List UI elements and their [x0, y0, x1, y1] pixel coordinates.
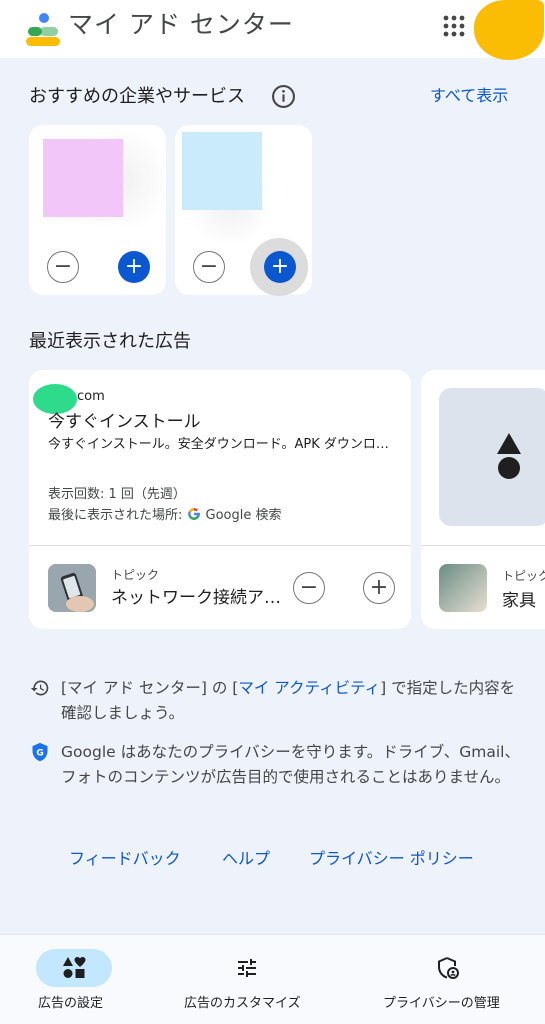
topic-name: ネットワーク接続ア…: [111, 588, 281, 608]
last-seen-place: Google 検索: [205, 508, 282, 523]
minus-icon: −: [299, 575, 319, 600]
nav-privacy-management[interactable]: プライバシーの管理: [370, 935, 545, 1024]
privacy-info: G Google はあなたのプライバシーを守ります。ドライブ、Gmail、フォト…: [30, 740, 520, 816]
ad-description: 今すぐインストール。安全ダウンロード。APK ダウンロード: [48, 437, 398, 452]
add-button[interactable]: +: [118, 251, 150, 283]
my-ad-center-logo-icon: [26, 13, 60, 46]
phone-hand-image: [48, 564, 96, 612]
ad-headline: 今すぐインストール: [48, 412, 201, 432]
recommended-card[interactable]: − +: [29, 125, 169, 295]
account-avatar[interactable]: [474, 0, 544, 60]
nav-label: プライバシーの管理: [383, 996, 500, 1011]
minus-icon: −: [199, 254, 219, 279]
divider: [421, 545, 545, 546]
activity-text: [マイ アド センター] の [マイ アクティビティ] で指定した内容を確認しま…: [61, 676, 521, 725]
google-shield-icon: G: [32, 742, 48, 762]
bottom-navigation: 広告の設定 広告のカスタマイズ プライバシーの管理: [0, 934, 545, 1024]
activity-text-pre: [マイ アド センター] の [: [61, 679, 239, 697]
my-activity-link[interactable]: マイ アクティビティ: [238, 679, 380, 697]
see-all-link[interactable]: すべて表示: [430, 85, 508, 107]
remove-button[interactable]: −: [193, 251, 225, 283]
tune-icon: [238, 959, 256, 977]
nav-ad-settings[interactable]: 広告の設定: [0, 935, 148, 1024]
plus-icon: +: [369, 575, 389, 600]
svg-text:G: G: [36, 747, 44, 758]
topic-name: 家具: [502, 591, 536, 611]
ad-card[interactable]: トピック 家具: [421, 370, 545, 629]
app-bar: マイ アド センター: [0, 0, 545, 60]
help-link[interactable]: ヘルプ: [222, 848, 270, 870]
apps-grid-icon[interactable]: [443, 15, 465, 37]
topic-add-button[interactable]: +: [363, 572, 395, 604]
info-icon[interactable]: [271, 84, 296, 109]
nav-label: 広告のカスタマイズ: [184, 996, 301, 1011]
nav-ad-customization[interactable]: 広告のカスタマイズ: [170, 935, 330, 1024]
ad-settings-icon: [63, 956, 86, 978]
advertiser-image: [43, 139, 123, 217]
topic-label: トピック: [111, 568, 160, 582]
google-g-icon: [187, 508, 200, 520]
topic-thumbnail: [48, 564, 96, 612]
privacy-text: Google はあなたのプライバシーを守ります。ドライブ、Gmail、フォトのコ…: [61, 743, 520, 786]
divider: [29, 545, 411, 546]
activity-info: [マイ アド センター] の [マイ アクティビティ] で指定した内容を確認しま…: [30, 676, 520, 728]
ad-last-seen: 最後に表示された場所: Google 検索: [48, 507, 282, 525]
app-title: マイ アド センター: [68, 10, 294, 39]
history-icon: [30, 680, 49, 696]
nav-label: 広告の設定: [38, 996, 104, 1011]
remove-button[interactable]: −: [47, 251, 79, 283]
recommended-section-title: おすすめの企業やサービス: [29, 86, 245, 107]
advertiser-image: [182, 132, 262, 210]
ad-domain: com: [77, 389, 105, 404]
shapes-graphic-icon: [497, 433, 521, 479]
feedback-link[interactable]: フィードバック: [69, 848, 181, 870]
plus-icon: +: [124, 254, 144, 279]
recent-ads-section-title: 最近表示された広告: [29, 331, 191, 352]
topic-label: トピック: [502, 569, 545, 583]
privacy-policy-link[interactable]: プライバシー ポリシー: [309, 848, 474, 870]
topic-thumbnail: [439, 564, 487, 612]
topic-remove-button[interactable]: −: [293, 572, 325, 604]
ad-card[interactable]: com 今すぐインストール 今すぐインストール。安全ダウンロード。APK ダウン…: [29, 370, 411, 629]
last-seen-label: 最後に表示された場所:: [48, 508, 187, 523]
recommended-card[interactable]: − +: [175, 125, 312, 296]
add-button[interactable]: +: [264, 251, 296, 283]
ad-image: [439, 388, 545, 526]
plus-icon: +: [270, 254, 290, 279]
privacy-shield-icon: [438, 957, 459, 979]
minus-icon: −: [53, 254, 73, 279]
ad-impressions: 表示回数: 1 回（先週）: [48, 487, 186, 502]
